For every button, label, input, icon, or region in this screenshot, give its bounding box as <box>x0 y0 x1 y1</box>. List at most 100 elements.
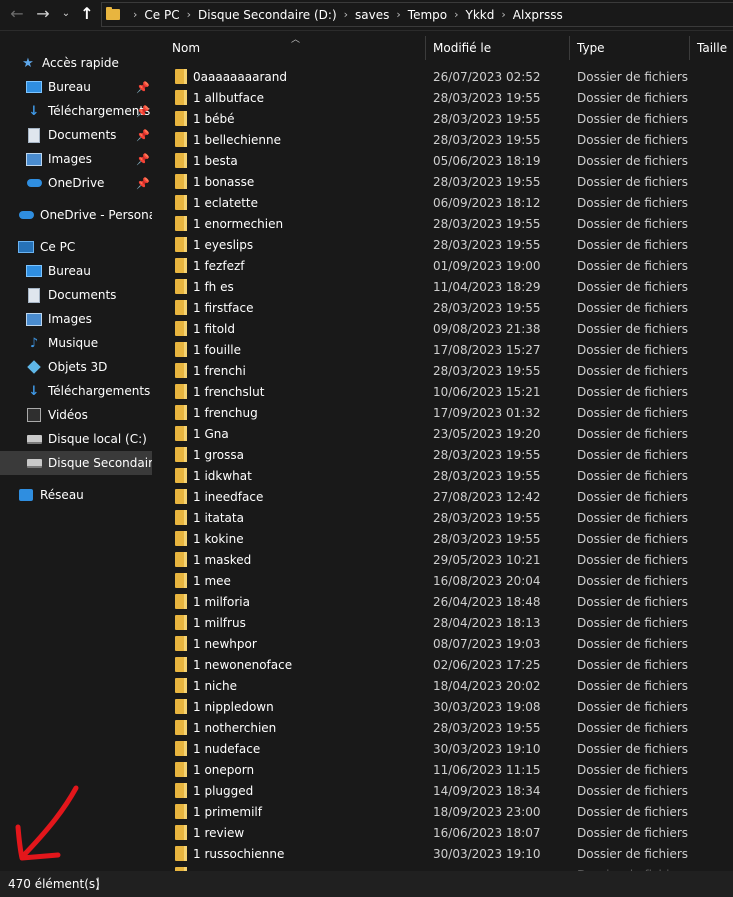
file-row[interactable]: 1 plugged 14/09/2023 18:34 Dossier de fich… <box>153 780 733 801</box>
file-row[interactable]: 1 kokine 28/03/2023 19:55 Dossier de fichi… <box>153 528 733 549</box>
sidebar-item-disque-local-c[interactable]: Disque local (C:) <box>0 427 152 451</box>
file-row[interactable]: 1 frenchug 17/09/2023 01:32 Dossier de fic… <box>153 402 733 423</box>
folder-icon <box>175 237 187 252</box>
sidebar-item-telechargements[interactable]: ↓ Téléchargements 📌 <box>0 99 152 123</box>
file-row[interactable]: 1 mee 16/08/2023 20:04 Dossier de fichiers <box>153 570 733 591</box>
file-row[interactable]: 1 fouille 17/08/2023 15:27 Dossier de fich… <box>153 339 733 360</box>
breadcrumb-ykkd[interactable]: Ykkd <box>466 8 495 22</box>
sidebar-item-label: Bureau <box>48 264 91 278</box>
column-header-modified[interactable]: Modifié le <box>433 41 491 55</box>
file-row[interactable]: 1 newhpor 08/07/2023 19:03 Dossier de fich… <box>153 633 733 654</box>
column-divider[interactable] <box>689 36 690 60</box>
sidebar-item-pc-bureau[interactable]: Bureau <box>0 259 152 283</box>
folder-icon <box>175 216 187 231</box>
file-row[interactable]: 1 bellechienne 28/03/2023 19:55 Dossier de… <box>153 129 733 150</box>
sidebar-item-images[interactable]: Images 📌 <box>0 147 152 171</box>
file-row[interactable]: 1 milforia 26/04/2023 18:48 Dossier de fic… <box>153 591 733 612</box>
file-row[interactable]: 1 primemilf 18/09/2023 23:00 Dossier de fi… <box>153 801 733 822</box>
file-row[interactable]: 1 bonasse 28/03/2023 19:55 Dossier de fich… <box>153 171 733 192</box>
file-row[interactable]: 1 eyeslips 28/03/2023 19:55 Dossier de fic… <box>153 234 733 255</box>
column-header-size[interactable]: Taille <box>697 41 727 55</box>
chevron-right-icon[interactable]: › <box>187 8 191 21</box>
address-bar[interactable]: › Ce PC › Disque Secondaire (D:) › saves… <box>101 2 733 27</box>
sidebar-item-onedrive-personal[interactable]: OneDrive - Personal <box>0 203 152 227</box>
file-row[interactable]: 1 fezfezf 01/09/2023 19:00 Dossier de fich… <box>153 255 733 276</box>
up-arrow-icon[interactable]: ↑ <box>78 3 96 25</box>
file-row[interactable]: 1 itatata 28/03/2023 19:55 Dossier de fich… <box>153 507 733 528</box>
file-row[interactable]: 1 eclatette 06/09/2023 18:12 Dossier de fi… <box>153 192 733 213</box>
file-type: Dossier de fichiers <box>577 679 689 693</box>
sidebar-item-pc-images[interactable]: Images <box>0 307 152 331</box>
file-row[interactable]: 0aaaaaaaarand 26/07/2023 02:52 Dossier de … <box>153 66 733 87</box>
file-row[interactable]: 1 russochienne 30/03/2023 19:10 Dossier de… <box>153 843 733 864</box>
file-name: 1 besta <box>193 154 238 168</box>
file-row[interactable]: 1 masked 29/05/2023 10:21 Dossier de fichi… <box>153 549 733 570</box>
file-type: Dossier de fichiers <box>577 112 689 126</box>
sidebar-item-reseau[interactable]: Réseau <box>0 483 152 507</box>
sidebar-item-documents[interactable]: Documents 📌 <box>0 123 152 147</box>
sidebar-item-disque-secondaire-d[interactable]: Disque Secondaire (D:) <box>0 451 152 475</box>
breadcrumb-this-pc[interactable]: Ce PC <box>144 8 179 22</box>
sidebar-item-pc-documents[interactable]: Documents <box>0 283 152 307</box>
file-row[interactable]: 1 frenchslut 10/06/2023 15:21 Dossier de f… <box>153 381 733 402</box>
breadcrumb-alxprsss[interactable]: Alxprsss <box>513 8 563 22</box>
sidebar-item-musique[interactable]: ♪ Musique <box>0 331 152 355</box>
sidebar-item-label: Disque local (C:) <box>48 432 147 446</box>
desktop-icon <box>26 81 42 93</box>
file-row[interactable]: 1 firstface 28/03/2023 19:55 Dossier de fi… <box>153 297 733 318</box>
file-row[interactable]: 1 niche 18/04/2023 20:02 Dossier de fichie… <box>153 675 733 696</box>
file-name: 1 mee <box>193 574 231 588</box>
computer-icon <box>18 241 34 253</box>
breadcrumb-drive-d[interactable]: Disque Secondaire (D:) <box>198 8 337 22</box>
sidebar-item-objets-3d[interactable]: Objets 3D <box>0 355 152 379</box>
sidebar-item-label: Images <box>48 152 92 166</box>
file-row[interactable]: 1 nudeface 30/03/2023 19:10 Dossier de fic… <box>153 738 733 759</box>
breadcrumb-tempo[interactable]: Tempo <box>408 8 447 22</box>
file-row[interactable]: 1 enormechien 28/03/2023 19:55 Dossier de … <box>153 213 733 234</box>
chevron-right-icon[interactable]: › <box>454 8 458 21</box>
forward-arrow-icon[interactable]: → <box>34 3 52 25</box>
file-type: Dossier de fichiers <box>577 742 689 756</box>
file-row[interactable]: 1 ineedface 27/08/2023 12:42 Dossier de fi… <box>153 486 733 507</box>
file-row[interactable]: 1 notherchien 28/03/2023 19:55 Dossier de … <box>153 717 733 738</box>
file-type: Dossier de fichiers <box>577 364 689 378</box>
column-header-type[interactable]: Type <box>577 41 605 55</box>
file-row[interactable]: 1 milfrus 28/04/2023 18:13 Dossier de fich… <box>153 612 733 633</box>
recent-locations-chevron-icon[interactable]: ⌄ <box>60 3 72 25</box>
file-name: 1 nippledown <box>193 700 274 714</box>
file-row[interactable]: 1 idkwhat 28/03/2023 19:55 Dossier de fich… <box>153 465 733 486</box>
chevron-right-icon[interactable]: › <box>344 8 348 21</box>
file-row[interactable]: 1 fh es 11/04/2023 18:29 Dossier de fichie… <box>153 276 733 297</box>
file-row[interactable]: 1 frenchi 28/03/2023 19:55 Dossier de fich… <box>153 360 733 381</box>
chevron-right-icon[interactable]: › <box>396 8 400 21</box>
back-arrow-icon[interactable]: ← <box>8 3 26 25</box>
sidebar-item-bureau[interactable]: Bureau 📌 <box>0 75 152 99</box>
hard-drive-icon <box>26 458 42 468</box>
sidebar-item-quick-access[interactable]: ★ Accès rapide <box>0 51 152 75</box>
column-header-name[interactable]: Nom <box>172 41 200 55</box>
file-date: 02/06/2023 17:25 <box>433 658 541 672</box>
cloud-icon <box>26 179 42 187</box>
column-divider[interactable] <box>425 36 426 60</box>
sidebar-item-pc-telechargements[interactable]: ↓ Téléchargements <box>0 379 152 403</box>
file-row[interactable]: 1 grossa 28/03/2023 19:55 Dossier de fichi… <box>153 444 733 465</box>
sidebar-item-this-pc[interactable]: Ce PC <box>0 235 152 259</box>
chevron-right-icon[interactable]: › <box>501 8 505 21</box>
breadcrumb-saves[interactable]: saves <box>355 8 389 22</box>
file-row[interactable]: 1 oneporn 11/06/2023 11:15 Dossier de fich… <box>153 759 733 780</box>
file-row[interactable]: 1 besta 05/06/2023 18:19 Dossier de fichie… <box>153 150 733 171</box>
file-row[interactable]: 1 allbutface 28/03/2023 19:55 Dossier de f… <box>153 87 733 108</box>
file-row[interactable]: 1 bébé 28/03/2023 19:55 Dossier de fichier… <box>153 108 733 129</box>
file-name: 1 bonasse <box>193 175 255 189</box>
file-row[interactable]: 1 fitold 09/08/2023 21:38 Dossier de fichi… <box>153 318 733 339</box>
file-row-partial[interactable]: Dossier de fichiers <box>153 864 733 871</box>
file-row[interactable]: 1 newonenoface 02/06/2023 17:25 Dossier de… <box>153 654 733 675</box>
file-row[interactable]: 1 review 16/06/2023 18:07 Dossier de fichi… <box>153 822 733 843</box>
file-row[interactable]: 1 nippledown 30/03/2023 19:08 Dossier de f… <box>153 696 733 717</box>
sidebar-item-onedrive[interactable]: OneDrive 📌 <box>0 171 152 195</box>
folder-icon <box>175 594 187 609</box>
file-row[interactable]: 1 Gna 23/05/2023 19:20 Dossier de fichiers <box>153 423 733 444</box>
sidebar-item-videos[interactable]: Vidéos <box>0 403 152 427</box>
file-name: 1 firstface <box>193 301 254 315</box>
column-divider[interactable] <box>569 36 570 60</box>
